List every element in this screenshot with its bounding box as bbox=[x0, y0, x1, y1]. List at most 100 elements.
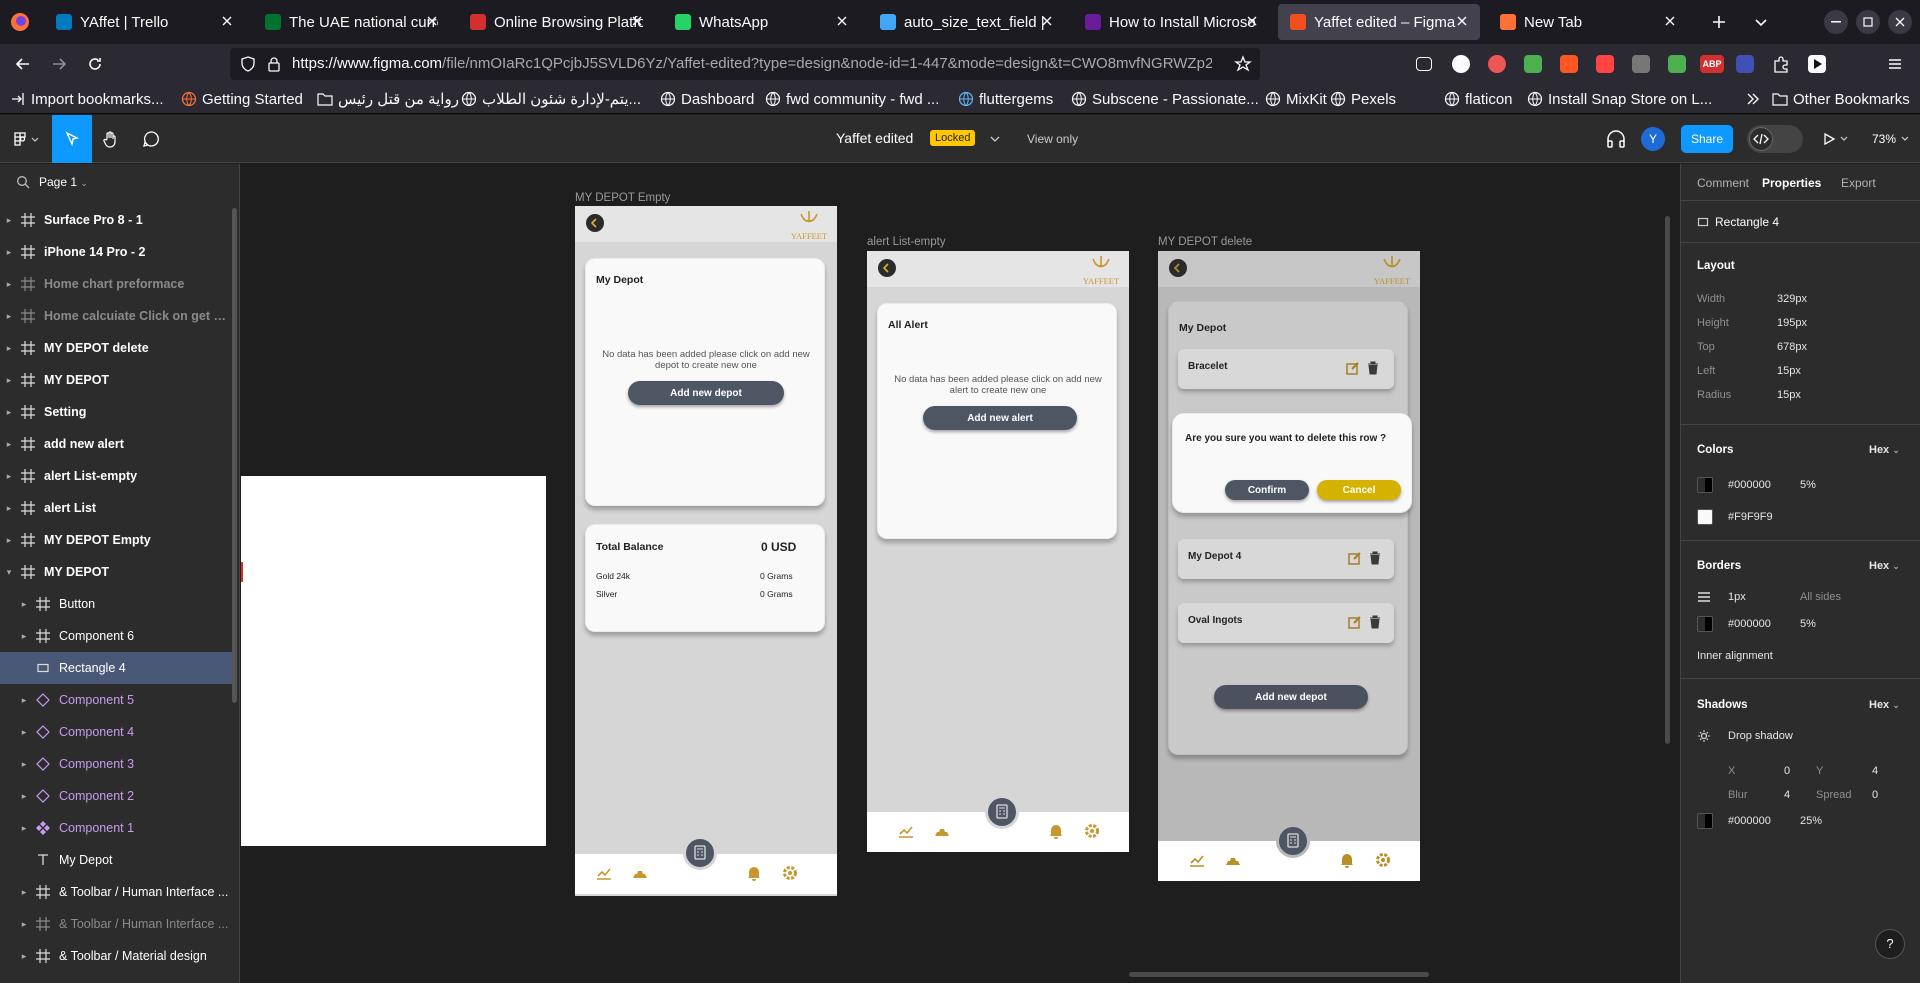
browser-tab[interactable]: New Tab bbox=[1488, 4, 1688, 40]
bookmark-item[interactable]: Pexels bbox=[1330, 89, 1396, 109]
calculator-fab[interactable] bbox=[1276, 824, 1310, 858]
shield-icon[interactable] bbox=[240, 56, 256, 72]
frame-label-depot-empty[interactable]: MY DEPOT Empty bbox=[575, 192, 670, 204]
more-bookmarks-icon[interactable] bbox=[1746, 92, 1760, 106]
forward-icon[interactable] bbox=[50, 55, 68, 73]
layer-item[interactable]: ▸ Component 6 bbox=[0, 620, 232, 652]
layer-item[interactable]: ▸ add new alert bbox=[0, 428, 232, 460]
back-icon[interactable] bbox=[14, 55, 32, 73]
caret-right-icon[interactable]: ▸ bbox=[19, 887, 29, 898]
shadows-format-select[interactable]: Hex ⌄ bbox=[1869, 699, 1900, 711]
color-swatch-black[interactable] bbox=[1697, 477, 1713, 493]
list-tabs-icon[interactable] bbox=[1752, 13, 1770, 31]
bookmark-item[interactable]: fwd community - fwd ... bbox=[765, 89, 939, 109]
browser-tab[interactable]: Online Browsing Platfo bbox=[458, 4, 655, 40]
settings-nav-icon[interactable] bbox=[1083, 822, 1101, 840]
layer-item[interactable]: ▸ Component 5 bbox=[0, 684, 232, 716]
edit-icon[interactable] bbox=[1348, 551, 1362, 565]
layer-item[interactable]: ▸ & Toolbar / Human Interface ... bbox=[0, 876, 232, 908]
bell-nav-icon[interactable] bbox=[745, 864, 763, 882]
caret-right-icon[interactable]: ▸ bbox=[19, 791, 29, 802]
close-tab-icon[interactable] bbox=[1244, 13, 1260, 29]
layer-item[interactable]: ▸ MY DEPOT bbox=[0, 364, 232, 396]
close-tab-icon[interactable] bbox=[1662, 13, 1678, 29]
layer-item[interactable]: ▸ & Toolbar / Human Interface ... bbox=[0, 908, 232, 940]
bookmark-item[interactable]: Getting Started bbox=[181, 89, 303, 109]
frame-label-alert-empty[interactable]: alert List-empty bbox=[867, 236, 946, 248]
depot-row[interactable]: Bracelet bbox=[1178, 349, 1394, 389]
gold-bars-nav-icon[interactable] bbox=[631, 864, 649, 882]
cancel-button[interactable]: Cancel bbox=[1317, 480, 1401, 500]
browser-tab[interactable]: WhatsApp bbox=[663, 4, 860, 40]
close-tab-icon[interactable] bbox=[219, 13, 235, 29]
file-name[interactable]: Yaffet edited bbox=[836, 130, 913, 146]
adblock-icon[interactable]: ABP bbox=[1700, 55, 1724, 73]
hand-tool-button[interactable] bbox=[94, 115, 128, 163]
edit-icon[interactable] bbox=[1348, 615, 1362, 629]
close-window-button[interactable] bbox=[1888, 10, 1912, 34]
settings-nav-icon[interactable] bbox=[1374, 851, 1392, 869]
layer-item[interactable]: ▸ Component 1 bbox=[0, 812, 232, 844]
extension-icon-6[interactable] bbox=[1632, 55, 1650, 73]
close-tab-icon[interactable] bbox=[424, 13, 440, 29]
frame-label-depot-delete[interactable]: MY DEPOT delete bbox=[1158, 236, 1252, 248]
calculator-fab[interactable] bbox=[683, 836, 717, 870]
settings-nav-icon[interactable] bbox=[781, 864, 799, 882]
layer-item[interactable]: Rectangle 4 bbox=[0, 652, 232, 684]
extension-icon-7[interactable] bbox=[1668, 55, 1686, 73]
edit-icon[interactable] bbox=[1346, 361, 1360, 375]
layer-item[interactable]: ▸ Setting bbox=[0, 396, 232, 428]
layer-item[interactable]: ▸ & Toolbar / Material design bbox=[0, 940, 232, 972]
depot-row[interactable]: My Depot 4 bbox=[1178, 539, 1394, 579]
other-bookmarks[interactable]: Other Bookmarks bbox=[1772, 89, 1910, 109]
bookmark-item[interactable]: MixKit bbox=[1265, 89, 1327, 109]
play-extension-icon[interactable] bbox=[1808, 55, 1826, 73]
browser-tab[interactable]: The UAE national curre bbox=[253, 4, 450, 40]
caret-right-icon[interactable]: ▸ bbox=[19, 695, 29, 706]
layer-item[interactable]: ▸ iPhone 14 Pro - 2 bbox=[0, 236, 232, 268]
caret-right-icon[interactable]: ▸ bbox=[4, 407, 14, 418]
layer-item[interactable]: My Depot bbox=[0, 844, 232, 876]
layer-item[interactable]: ▸ alert List bbox=[0, 492, 232, 524]
caret-right-icon[interactable]: ▸ bbox=[4, 247, 14, 258]
caret-right-icon[interactable]: ▸ bbox=[4, 279, 14, 290]
caret-right-icon[interactable]: ▸ bbox=[4, 471, 14, 482]
browser-tab[interactable]: auto_size_text_field | bbox=[868, 4, 1065, 40]
bookmark-item[interactable]: Dashboard bbox=[660, 89, 754, 109]
present-play-icon[interactable] bbox=[1822, 132, 1836, 146]
download-extension-icon[interactable] bbox=[1524, 55, 1542, 73]
caret-right-icon[interactable]: ▸ bbox=[19, 631, 29, 642]
caret-right-icon[interactable]: ▸ bbox=[19, 919, 29, 930]
help-button[interactable]: ? bbox=[1875, 929, 1905, 959]
share-button[interactable]: Share bbox=[1681, 125, 1733, 153]
user-avatar[interactable]: Y bbox=[1641, 127, 1665, 151]
frame-my-depot-delete[interactable]: YAFFEET My Depot Bracelet My Depot 4 Ova… bbox=[1158, 251, 1420, 881]
depot-row[interactable]: Oval Ingots bbox=[1178, 603, 1394, 643]
back-button[interactable] bbox=[586, 214, 604, 232]
caret-right-icon[interactable]: ▸ bbox=[19, 727, 29, 738]
chart-nav-icon[interactable] bbox=[1188, 851, 1206, 869]
caret-right-icon[interactable]: ▸ bbox=[4, 439, 14, 450]
caret-right-icon[interactable]: ▸ bbox=[4, 535, 14, 546]
bell-nav-icon[interactable] bbox=[1338, 851, 1356, 869]
caret-right-icon[interactable]: ▸ bbox=[4, 311, 14, 322]
add-new-depot-button[interactable]: Add new depot bbox=[628, 381, 784, 405]
caret-down-icon[interactable]: ▾ bbox=[4, 567, 14, 578]
file-chevron-down-icon[interactable] bbox=[990, 135, 1000, 143]
layer-item[interactable]: ▾ MY DEPOT bbox=[0, 556, 232, 588]
restore-button[interactable] bbox=[1856, 10, 1880, 34]
bookmark-star-icon[interactable] bbox=[1234, 55, 1252, 73]
layer-item[interactable]: ▸ Component 4 bbox=[0, 716, 232, 748]
bookmark-item[interactable]: رواية من قتل رئيس bbox=[317, 89, 459, 109]
layer-item[interactable]: ▸ Button bbox=[0, 588, 232, 620]
color-swatch-light[interactable] bbox=[1697, 509, 1713, 525]
close-tab-icon[interactable] bbox=[1454, 13, 1470, 29]
caret-right-icon[interactable]: ▸ bbox=[19, 759, 29, 770]
caret-right-icon[interactable]: ▸ bbox=[19, 599, 29, 610]
caret-right-icon[interactable]: ▸ bbox=[19, 823, 29, 834]
layer-item[interactable]: ▸ MY DEPOT delete bbox=[0, 332, 232, 364]
comment-tool-button[interactable] bbox=[134, 115, 168, 163]
search-icon[interactable] bbox=[16, 175, 30, 189]
frame-alert-list-empty[interactable]: YAFFEET All Alert No data has been added… bbox=[867, 251, 1129, 852]
caret-right-icon[interactable]: ▸ bbox=[4, 503, 14, 514]
